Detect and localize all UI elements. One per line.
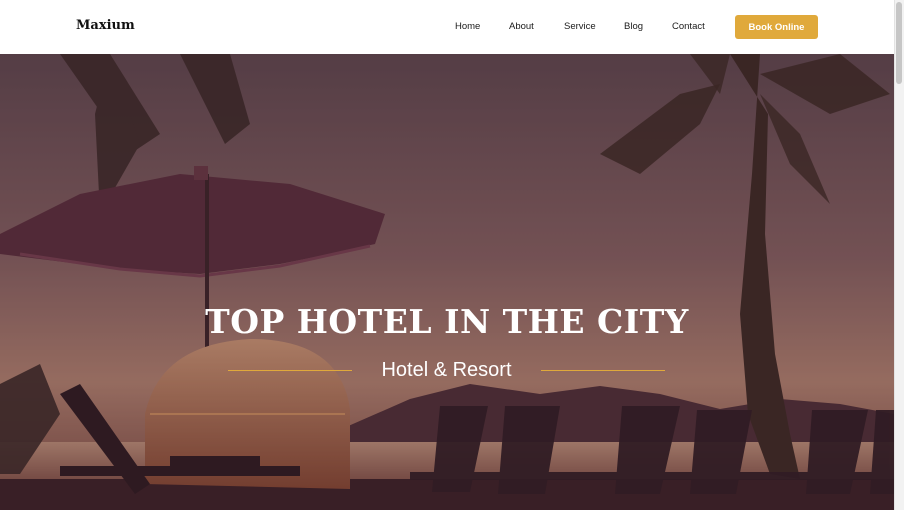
- nav-link-home[interactable]: Home: [455, 21, 480, 32]
- hero-subtitle: Hotel & Resort: [381, 359, 512, 381]
- beach-umbrella-palm-sunset-image: [0, 54, 894, 510]
- hero-title: TOP HOTEL IN THE CITY: [205, 302, 689, 341]
- hero-subtitle-row: Hotel & Resort: [0, 356, 894, 386]
- navbar: Maxium Home About Service Blog Contact B…: [0, 0, 894, 54]
- brand-logo[interactable]: Maxium: [76, 18, 135, 33]
- hero-divider-left: [228, 370, 352, 371]
- nav-link-blog[interactable]: Blog: [624, 21, 643, 32]
- nav-link-about[interactable]: About: [509, 21, 534, 32]
- hero-section: TOP HOTEL IN THE CITY Hotel & Resort: [0, 54, 894, 510]
- scrollbar-thumb[interactable]: [896, 2, 902, 84]
- hero-divider-right: [541, 370, 665, 371]
- nav-link-contact[interactable]: Contact: [672, 21, 705, 32]
- book-online-button[interactable]: Book Online: [735, 15, 818, 39]
- nav-link-service[interactable]: Service: [564, 21, 596, 32]
